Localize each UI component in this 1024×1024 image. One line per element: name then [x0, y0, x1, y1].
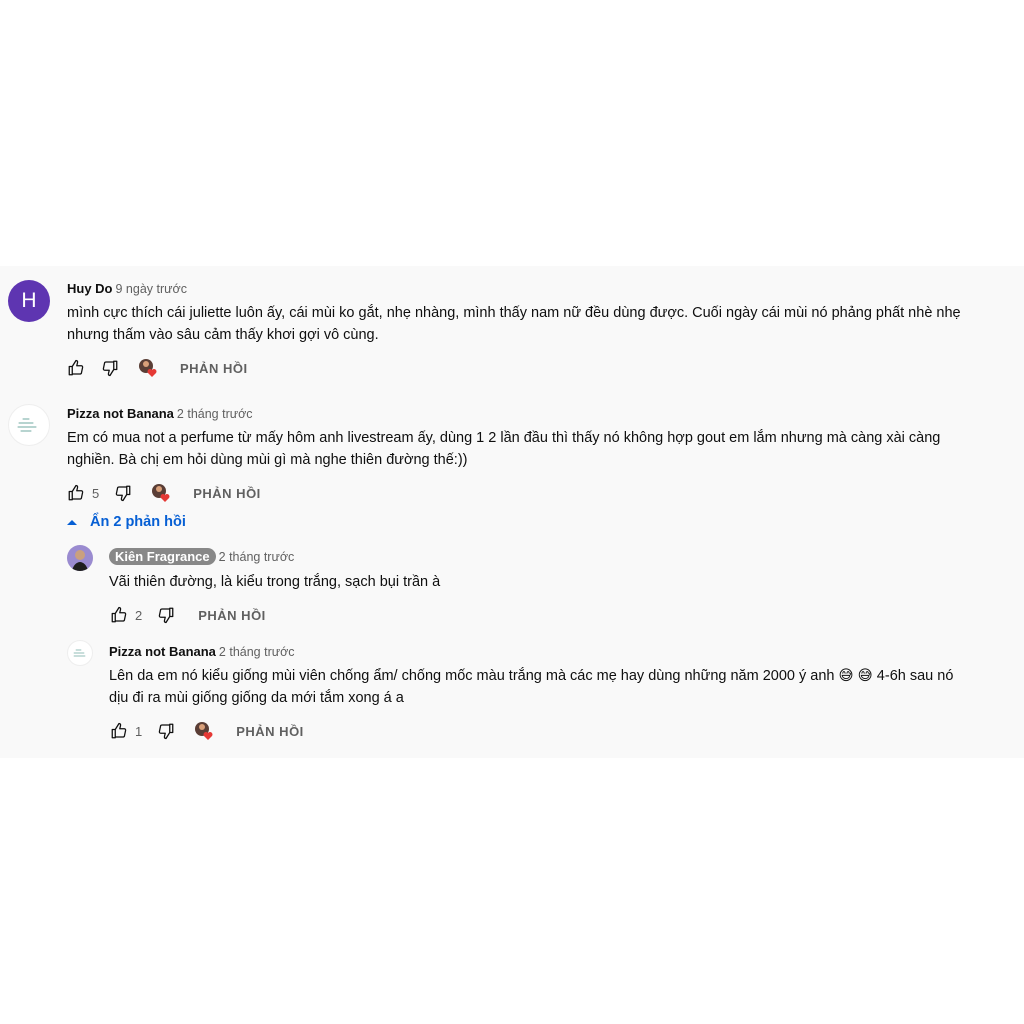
comment-line: nghiền. Bà chị em hỏi dùng mùi gì mà ngh…: [67, 452, 468, 468]
timestamp[interactable]: 2 tháng trước: [219, 645, 295, 659]
comment-actions: 5 PHẢN HỒI: [66, 481, 261, 505]
creator-heart-icon: [138, 358, 160, 378]
reply-actions: 2 PHẢN HỒI: [109, 603, 266, 627]
creator-author-badge[interactable]: Kiên Fragrance: [109, 548, 216, 565]
author-name[interactable]: Pizza not Banana: [109, 644, 216, 659]
comment-header: Huy Do 9 ngày trước: [67, 281, 187, 296]
timestamp[interactable]: 2 tháng trước: [177, 407, 253, 421]
comment-line: Em có mua not a perfume từ mấy hôm anh l…: [67, 430, 941, 446]
thumb-down-icon[interactable]: [113, 483, 133, 503]
reply-actions: 1 PHẢN HỒI: [109, 719, 304, 743]
thumb-down-icon[interactable]: [100, 358, 120, 378]
avatar-letter: H: [21, 289, 37, 312]
creator-heart-icon: [194, 721, 216, 741]
like-count: 1: [135, 723, 143, 739]
author-name[interactable]: Huy Do: [67, 281, 113, 296]
author-name[interactable]: Pizza not Banana: [67, 406, 174, 421]
avatar[interactable]: [67, 640, 93, 666]
reply-button[interactable]: PHẢN HỒI: [198, 608, 266, 623]
handwritten-avatar-icon: [17, 418, 37, 432]
like-count: 5: [92, 485, 100, 501]
thumb-up-icon[interactable]: [109, 605, 129, 625]
reply-button[interactable]: PHẢN HỒI: [236, 724, 304, 739]
reply-header: Pizza not Banana 2 tháng trước: [109, 644, 295, 659]
reply-button[interactable]: PHẢN HỒI: [180, 361, 248, 376]
thumb-up-icon[interactable]: [66, 358, 86, 378]
comment-actions: PHẢN HỒI: [66, 356, 248, 380]
timestamp[interactable]: 9 ngày trước: [116, 282, 187, 296]
comment-header: Pizza not Banana 2 tháng trước: [67, 406, 253, 421]
hide-replies-label: Ẩn 2 phản hồi: [90, 514, 186, 530]
thumb-down-icon[interactable]: [156, 605, 176, 625]
thumb-up-icon[interactable]: [109, 721, 129, 741]
reply-header: Kiên Fragrance 2 tháng trước: [109, 548, 294, 565]
creator-heart-icon: [151, 483, 173, 503]
reply-text: Vãi thiên đường, là kiểu trong trắng, sạ…: [109, 571, 440, 593]
comment-line: nhưng thấm vào sâu cảm thấy khơi gợi vô …: [67, 327, 379, 343]
timestamp[interactable]: 2 tháng trước: [219, 550, 295, 564]
creator-avatar-icon: [67, 545, 93, 571]
reply-text: Lên da em nó kiểu giống mùi viên chống ẩ…: [109, 665, 953, 709]
avatar[interactable]: H: [8, 280, 50, 322]
comment-line: mình cực thích cái juliette luôn ấy, cái…: [67, 305, 961, 321]
avatar[interactable]: [8, 404, 50, 446]
thumb-down-icon[interactable]: [156, 721, 176, 741]
like-count: 2: [135, 607, 143, 623]
reply-line: Vãi thiên đường, là kiểu trong trắng, sạ…: [109, 574, 441, 590]
comment-text: mình cực thích cái juliette luôn ấy, cái…: [67, 302, 961, 346]
thumb-up-icon[interactable]: [66, 483, 86, 503]
comment-text: Em có mua not a perfume từ mấy hôm anh l…: [67, 427, 940, 471]
avatar[interactable]: [67, 545, 93, 571]
handwritten-avatar-icon: [73, 649, 86, 657]
reply-button[interactable]: PHẢN HỒI: [193, 486, 261, 501]
reply-line: Lên da em nó kiểu giống mùi viên chống ẩ…: [109, 668, 954, 684]
caret-up-icon: [67, 520, 77, 525]
hide-replies-toggle[interactable]: Ẩn 2 phản hồi: [66, 514, 186, 530]
reply-line: dịu đi ra mùi giống giống da mới tắm xon…: [109, 690, 404, 706]
